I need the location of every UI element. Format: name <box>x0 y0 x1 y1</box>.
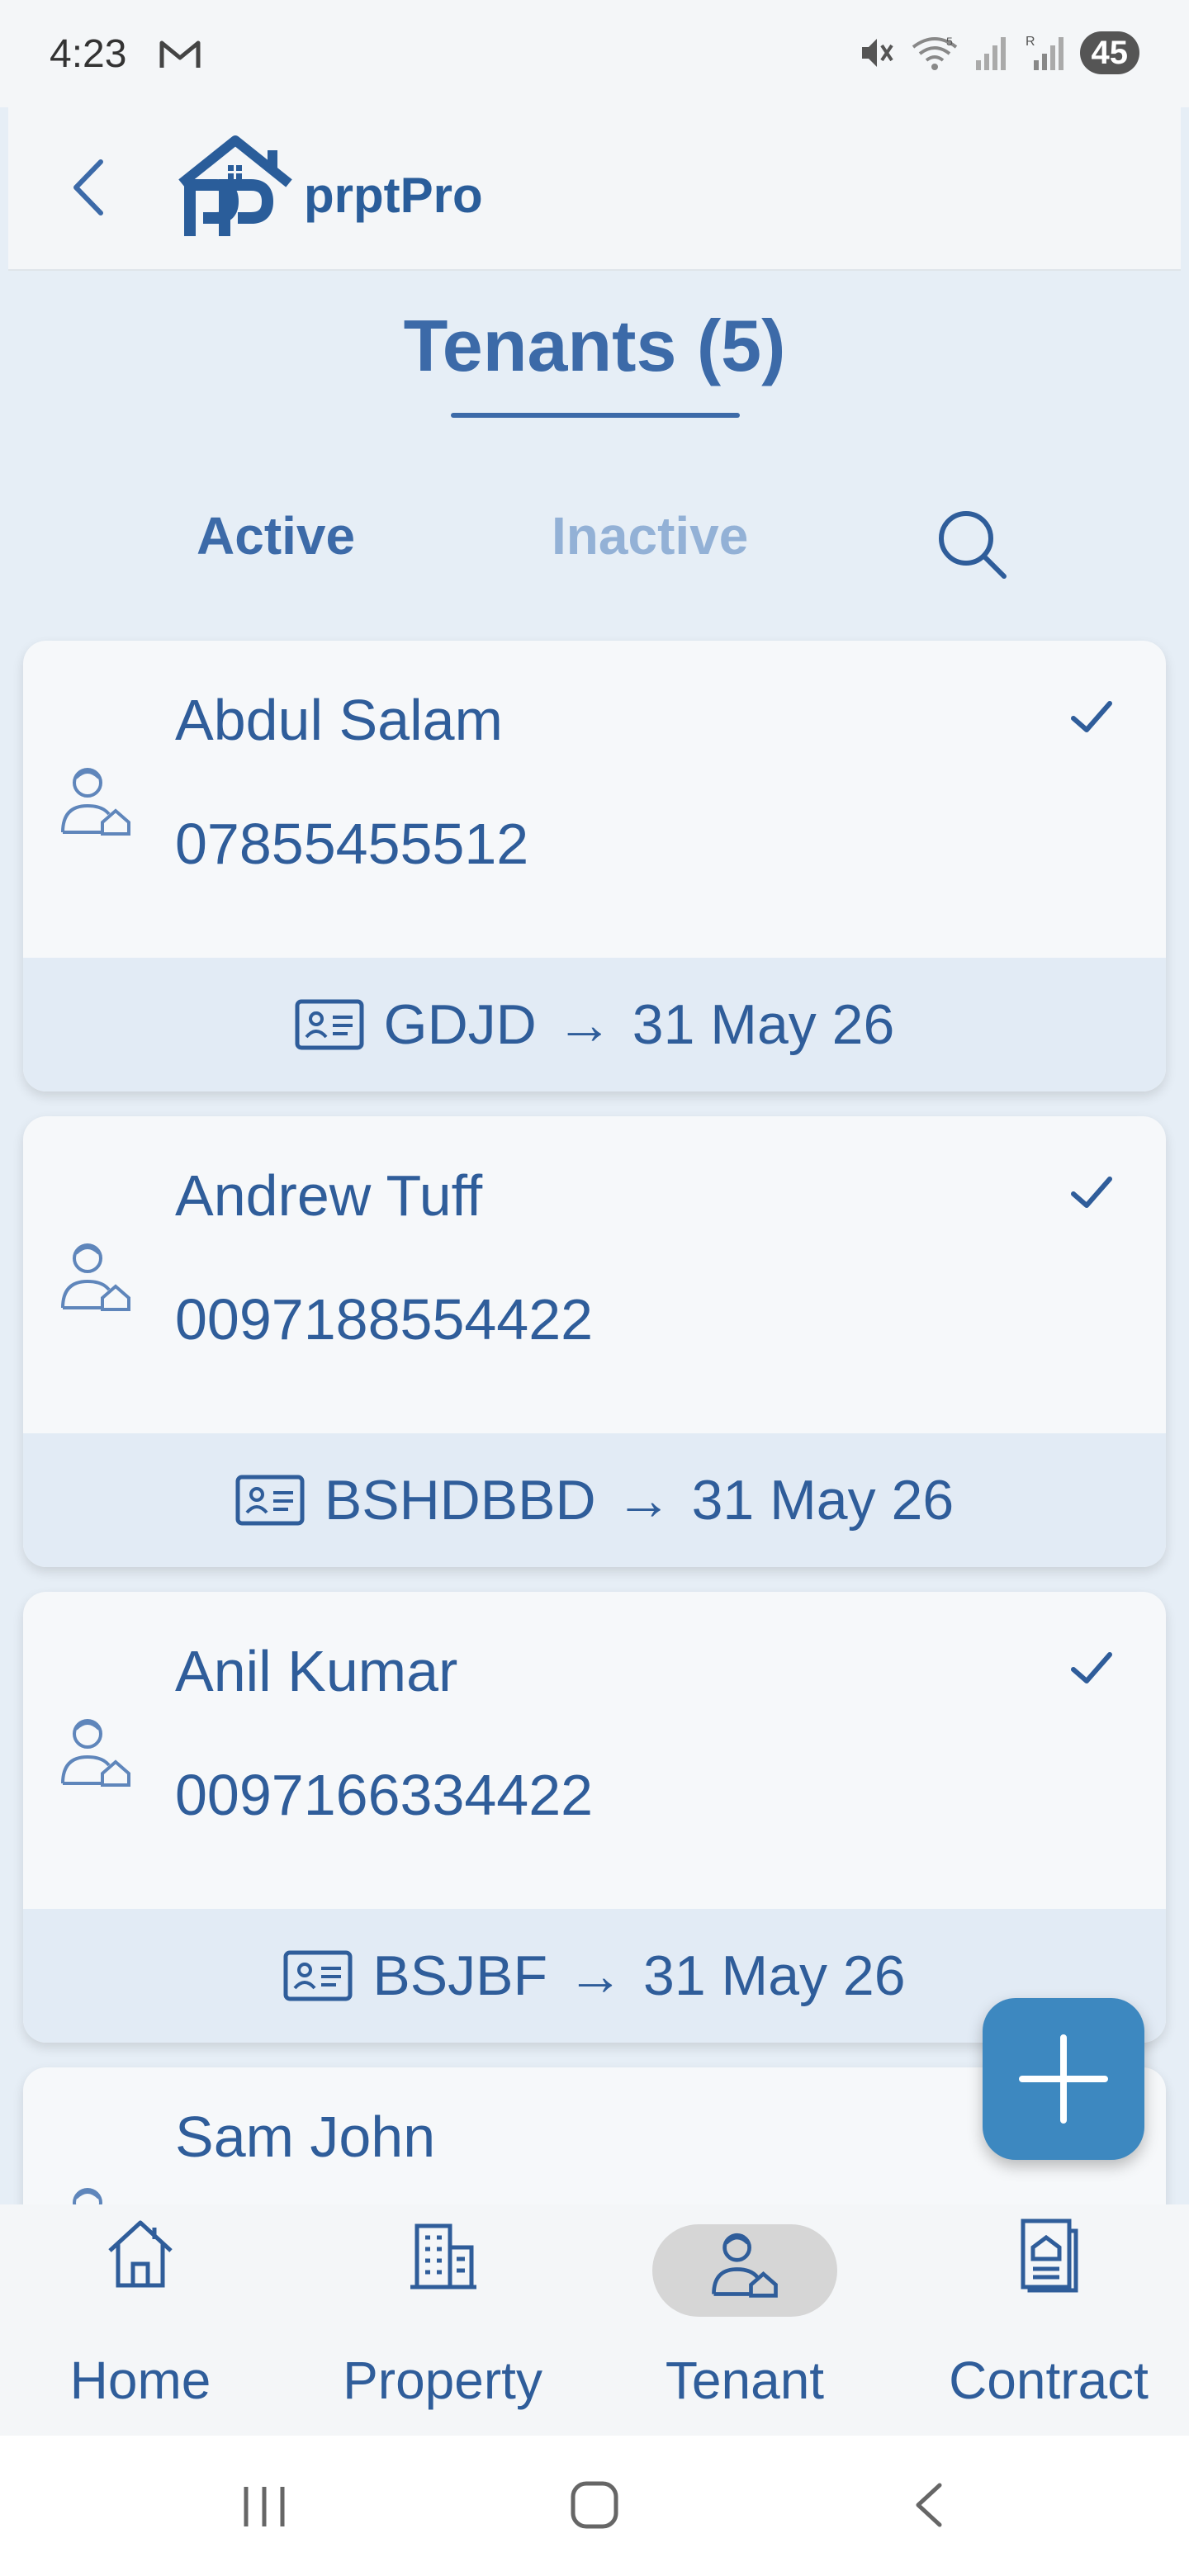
gmail-icon <box>159 40 201 68</box>
roaming-label: R <box>1026 35 1035 49</box>
tenant-name: Anil Kumar <box>175 1639 458 1703</box>
tenant-avatar-icon <box>61 1243 130 1311</box>
status-icons: 5 R 45 <box>857 31 1139 74</box>
nav-label: Property <box>343 2351 542 2410</box>
app-logo-text: prptPro <box>304 168 483 223</box>
tenant-name: Abdul Salam <box>175 688 503 752</box>
nav-tenant[interactable]: Tenant <box>621 2204 869 2436</box>
wifi-icon: 5 <box>912 35 957 70</box>
nav-home[interactable]: Home <box>17 2204 264 2436</box>
arrow-icon: → <box>615 1469 672 1532</box>
bottom-navigation: Home Property Tenant Contract <box>0 2204 1189 2436</box>
logo-icon <box>178 135 292 236</box>
tenant-phone: 0097188554422 <box>175 1287 594 1352</box>
mute-icon <box>861 39 893 67</box>
tenant-phone: 0097166334422 <box>175 1763 594 1827</box>
id-card-icon <box>235 1475 305 1526</box>
add-tenant-button[interactable] <box>983 1998 1144 2160</box>
system-back-icon[interactable] <box>908 2480 950 2530</box>
home-button-icon[interactable] <box>570 2480 619 2530</box>
id-card-icon <box>283 1950 353 2001</box>
nav-label: Tenant <box>665 2351 825 2410</box>
tenant-contract-row: BSHDBBD → 31 May 26 <box>23 1433 1166 1567</box>
end-date: 31 May 26 <box>643 1944 906 2007</box>
end-date: 31 May 26 <box>691 1469 955 1532</box>
tenant-name: Sam John <box>175 2105 436 2169</box>
tenant-avatar-icon <box>61 768 130 836</box>
network-label: 5 <box>946 35 953 48</box>
search-icon[interactable] <box>933 505 1012 585</box>
tenant-contract-row: GDJD → 31 May 26 <box>23 958 1166 1091</box>
nav-label: Contract <box>949 2351 1149 2410</box>
nav-label: Home <box>69 2351 211 2410</box>
arrow-icon: → <box>556 993 613 1056</box>
battery-indicator: 45 <box>1079 31 1139 74</box>
tenant-avatar-icon <box>61 1719 130 1787</box>
property-code: BSHDBBD <box>324 1469 596 1532</box>
tenant-card[interactable]: Andrew Tuff 0097188554422 BSHDBBD → 31 M… <box>23 1116 1166 1567</box>
recent-apps-icon[interactable] <box>239 2484 289 2530</box>
tab-inactive[interactable]: Inactive <box>552 505 748 566</box>
plus-icon <box>1019 2034 1108 2124</box>
id-card-icon <box>295 999 364 1050</box>
tenant-card[interactable]: Abdul Salam 07855455512 GDJD → 31 May 26 <box>23 641 1166 1091</box>
system-navigation-bar <box>0 2436 1189 2576</box>
end-date: 31 May 26 <box>632 993 895 1056</box>
title-underline <box>451 413 740 418</box>
tenant-icon <box>712 2233 778 2298</box>
signal-roaming-icon: R <box>1026 35 1063 70</box>
property-code: BSJBF <box>372 1944 548 2007</box>
tenant-card[interactable]: Anil Kumar 0097166334422 BSJBF → 31 May … <box>23 1592 1166 2043</box>
building-icon <box>410 2223 476 2290</box>
status-bar: 4:23 5 R 45 <box>0 0 1189 107</box>
back-arrow-icon[interactable] <box>58 150 124 225</box>
contract-icon <box>1021 2218 1078 2293</box>
check-icon <box>1071 1652 1112 1683</box>
status-time: 4:23 <box>50 32 127 76</box>
tenant-phone: 07855455512 <box>175 812 529 876</box>
arrow-icon: → <box>567 1944 624 2007</box>
check-icon <box>1071 1177 1112 1208</box>
check-icon <box>1071 701 1112 732</box>
tenant-name: Andrew Tuff <box>175 1163 483 1228</box>
tab-active[interactable]: Active <box>197 505 355 566</box>
app-bar: prptPro <box>8 107 1181 271</box>
nav-property[interactable]: Property <box>319 2204 566 2436</box>
property-code: GDJD <box>383 993 537 1056</box>
page-title: Tenants (5) <box>403 305 786 386</box>
home-icon <box>108 2220 173 2288</box>
nav-contract[interactable]: Contract <box>925 2204 1172 2436</box>
signal-icon <box>975 37 1006 70</box>
